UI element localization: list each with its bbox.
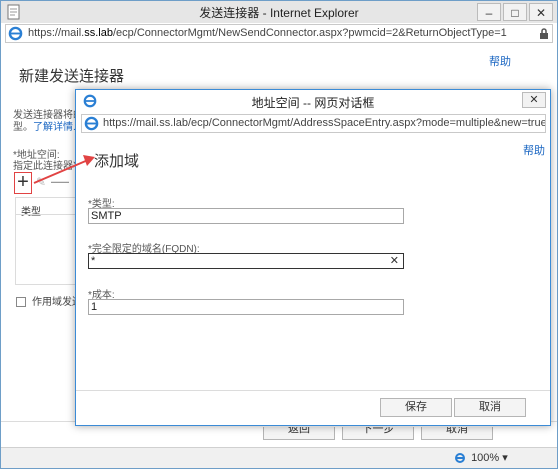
dialog-titlebar: 地址空间 -- 网页对话框 ✕: [76, 90, 550, 112]
page-title: 新建发送连接器: [19, 68, 125, 85]
clear-icon[interactable]: ✕: [390, 254, 399, 268]
fqdn-field[interactable]: * ✕: [88, 253, 404, 269]
scope-checkbox[interactable]: [16, 297, 26, 308]
help-link[interactable]: 帮助: [489, 53, 511, 69]
address-bar[interactable]: https://mail.ss.lab/ecp/ConnectorMgmt/Ne…: [5, 24, 553, 43]
dialog-help-link[interactable]: 帮助: [523, 142, 545, 158]
dialog-heading: 添加域: [94, 153, 140, 170]
maximize-button[interactable]: □: [503, 3, 527, 21]
next-button[interactable]: 下一步: [342, 427, 414, 440]
ie-icon: [8, 26, 23, 44]
address-space-hint: 指定此连接器将: [13, 161, 83, 172]
back-button[interactable]: 返回: [263, 427, 335, 440]
window-titlebar: 发送连接器 - Internet Explorer – □ ✕: [1, 1, 557, 23]
scope-checkbox-row[interactable]: 作用域发送: [16, 293, 82, 308]
address-url: https://mail.ss.lab/ecp/ConnectorMgmt/Ne…: [28, 27, 507, 39]
edit-icon[interactable]: ✎: [36, 175, 46, 189]
address-space-dialog: 地址空间 -- 网页对话框 ✕ https://mail.ss.lab/ecp/…: [75, 89, 551, 426]
cost-field[interactable]: 1: [88, 299, 404, 315]
close-button[interactable]: ✕: [529, 3, 553, 21]
dialog-url: https://mail.ss.lab/ecp/ConnectorMgmt/Ad…: [103, 117, 546, 129]
status-bar: 100% ▾: [1, 447, 557, 468]
grid-header-type[interactable]: 类型: [21, 203, 41, 218]
outer-cancel-button[interactable]: 取消: [421, 427, 493, 440]
grid-divider: [16, 214, 76, 215]
dialog-cancel-button[interactable]: 取消: [454, 398, 526, 417]
description-text-line2: 型。了解详情...: [13, 122, 82, 133]
add-button[interactable]: +: [14, 172, 32, 194]
fqdn-value: *: [91, 255, 96, 267]
address-space-grid[interactable]: 类型: [15, 197, 77, 285]
minimize-button[interactable]: –: [477, 3, 501, 21]
dialog-footer-divider: [76, 390, 550, 391]
zoom-control[interactable]: 100% ▾: [454, 451, 508, 464]
remove-icon[interactable]: —: [51, 171, 69, 192]
dialog-address-bar: https://mail.ss.lab/ecp/ConnectorMgmt/Ad…: [81, 114, 546, 133]
dialog-close-button[interactable]: ✕: [522, 92, 546, 108]
save-button[interactable]: 保存: [380, 398, 452, 417]
zoom-icon: [455, 453, 465, 464]
window-title: 发送连接器 - Internet Explorer: [199, 6, 359, 20]
zoom-level: 100%: [471, 452, 500, 464]
lock-icon[interactable]: [539, 28, 549, 43]
ie-icon: [84, 116, 99, 132]
dialog-title: 地址空间 -- 网页对话框: [251, 96, 375, 110]
type-field[interactable]: SMTP: [88, 208, 404, 224]
